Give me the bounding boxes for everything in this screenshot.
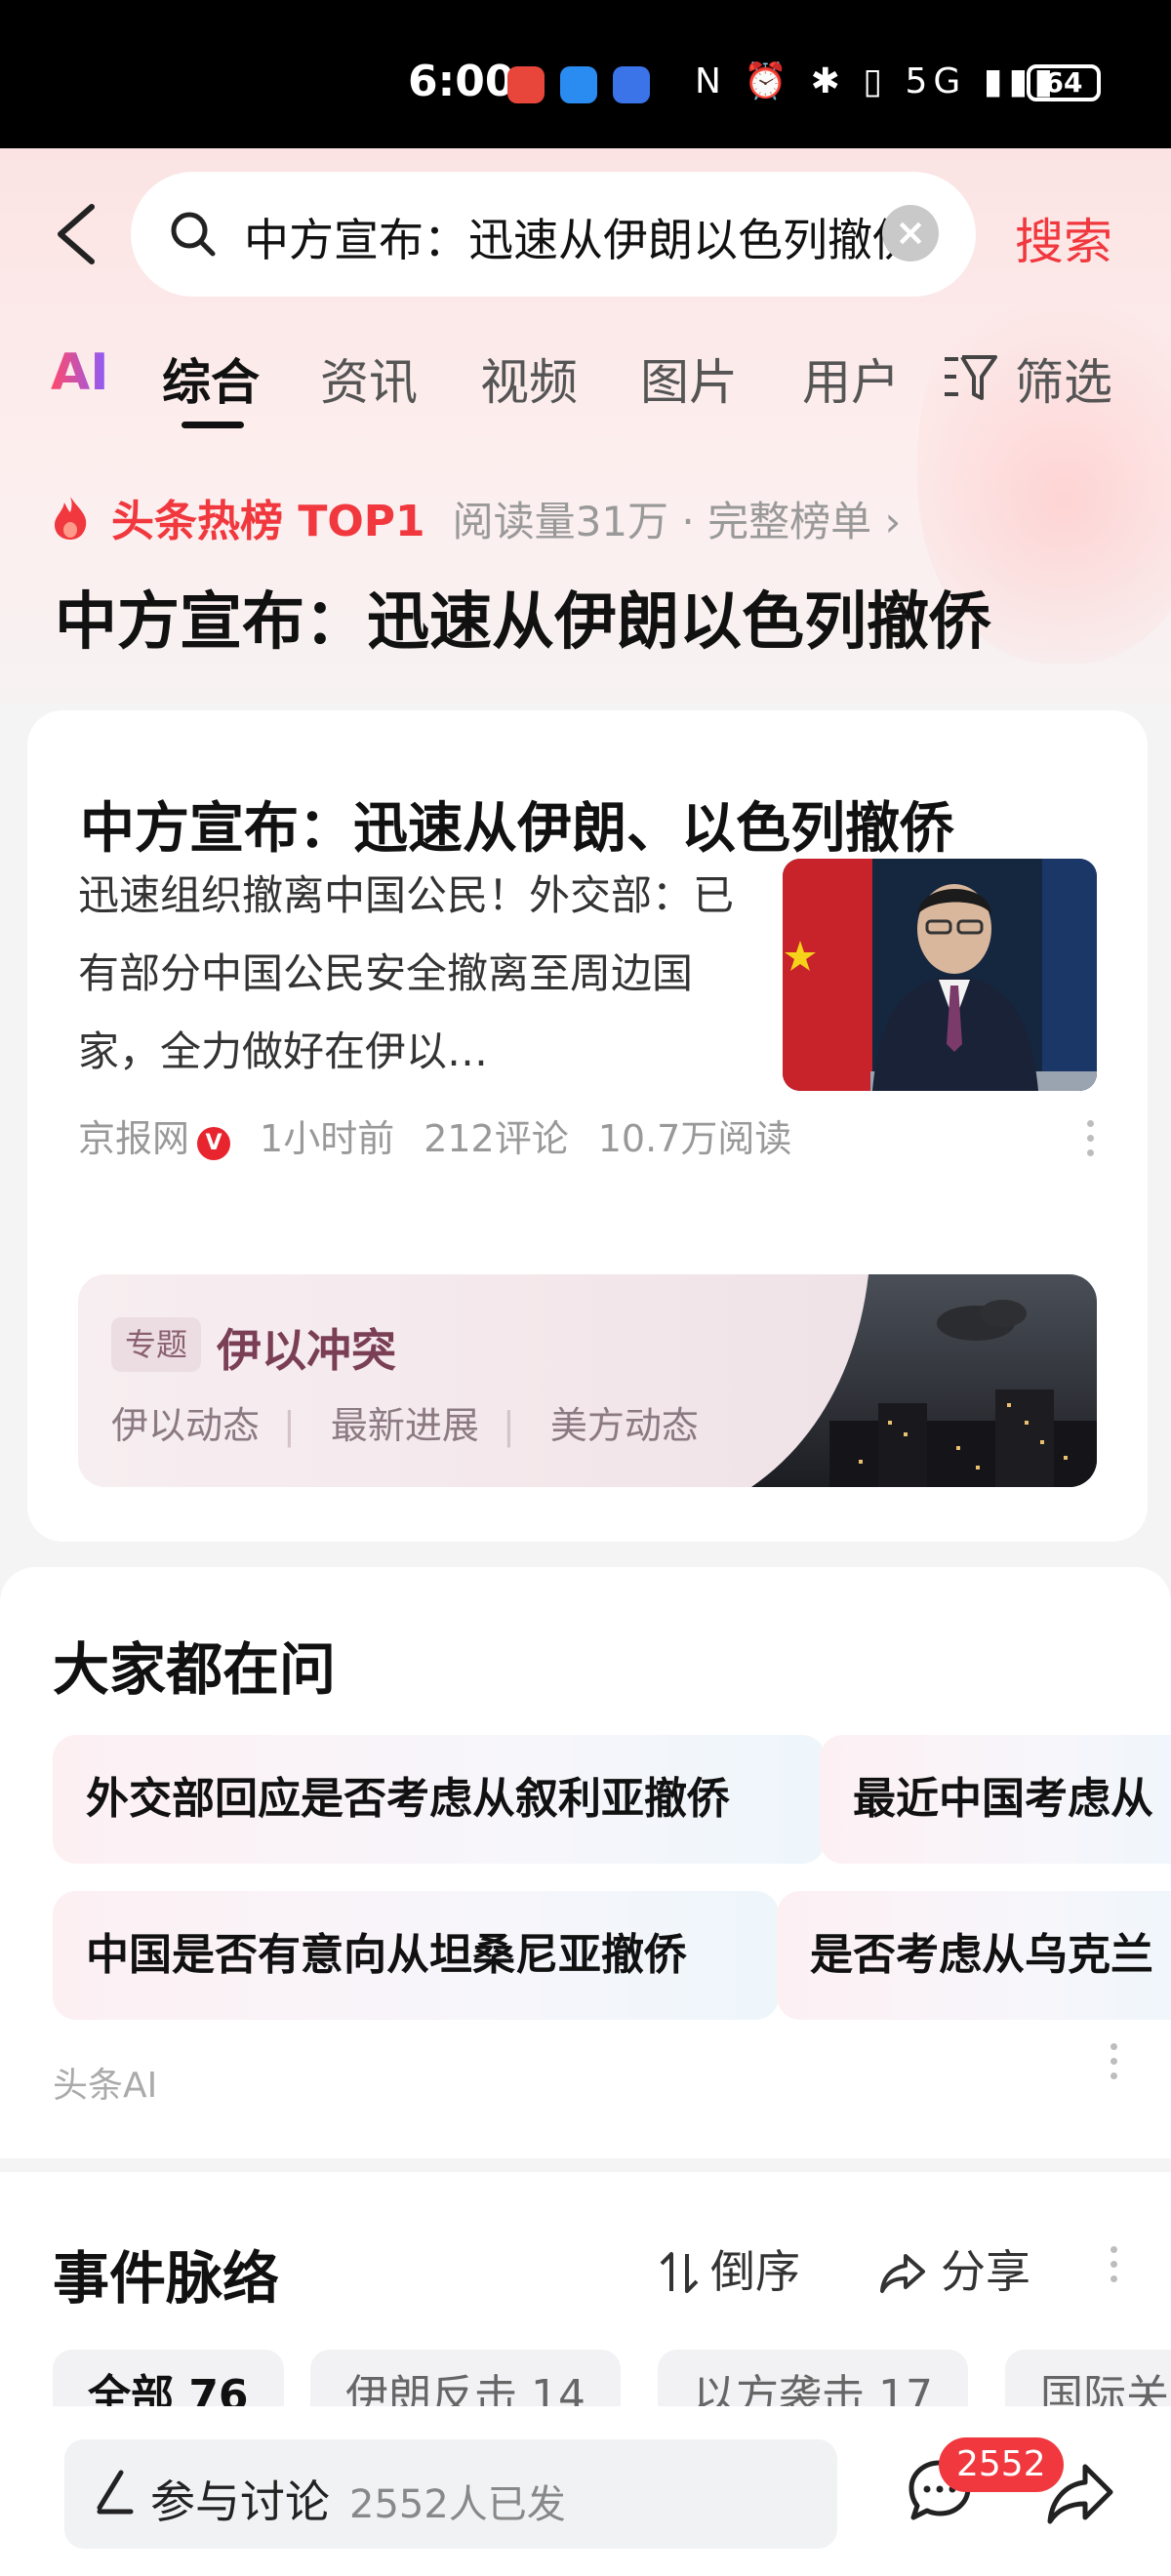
topic-link[interactable]: 美方动态 <box>550 1404 699 1447</box>
news-summary[interactable]: 迅速组织撤离中国公民！外交部：已有部分中国公民安全撤离至周边国家，全力做好在伊以… <box>78 857 742 1091</box>
question-chip[interactable]: 中国是否有意向从坦桑尼亚撤侨 <box>53 1891 779 2020</box>
topic-link[interactable]: 最新进展 <box>331 1404 479 1447</box>
share-icon[interactable] <box>1046 2461 1114 2525</box>
divider: | <box>283 1404 296 1447</box>
tab-filter[interactable]: 筛选 <box>1015 343 1112 414</box>
ai-credit-label: 头条AI <box>53 2066 158 2106</box>
topic-tag: 专题 <box>111 1317 201 1372</box>
status-time: 6:00 <box>408 57 515 106</box>
flame-icon <box>55 497 87 540</box>
topic-links: 伊以动态 | 最新进展 | 美方动态 <box>111 1395 722 1449</box>
topic-link[interactable]: 伊以动态 <box>111 1404 260 1447</box>
question-chip[interactable]: 是否考虑从乌克兰 <box>777 1891 1171 2020</box>
more-options-icon[interactable] <box>1087 1120 1097 1165</box>
tab-video[interactable]: 视频 <box>480 343 578 414</box>
search-query-text[interactable]: 中方宣布：迅速从伊朗以色列撤侨 <box>244 205 986 269</box>
news-card[interactable]: 中方宣布：迅速从伊朗、以色列撤侨 迅速组织撤离中国公民！外交部：已有部分中国公民… <box>27 710 1148 1542</box>
battery-icon: 64 <box>1027 64 1101 101</box>
people-ask-section: 大家都在问 外交部回应是否考虑从叙利亚撤侨 最近中国考虑从 中国是否有意向从坦桑… <box>0 1567 1171 2158</box>
question-chip[interactable]: 最近中国考虑从 <box>820 1735 1171 1864</box>
search-icon <box>171 212 216 257</box>
timeline-title: 事件脉络 <box>53 2245 280 2312</box>
tab-images[interactable]: 图片 <box>640 343 738 414</box>
topic-title[interactable]: 伊以冲突 <box>217 1315 396 1380</box>
clear-icon[interactable]: × <box>882 205 939 262</box>
pen-icon <box>97 2470 134 2515</box>
topic-image <box>751 1274 1097 1487</box>
more-options-icon[interactable] <box>1110 2043 1120 2088</box>
discuss-input[interactable]: 参与讨论 2552人已发 <box>64 2439 837 2549</box>
status-bar: 6:00 N ⏰ ✱ ▯ 5G ▮▮▮ 64 <box>0 0 1171 148</box>
app-notification-icon <box>507 66 545 103</box>
filter-icon[interactable] <box>943 351 997 404</box>
hot-list-line[interactable]: 头条热榜 TOP1 阅读量31万 · 完整榜单 › <box>51 486 901 548</box>
event-headline: 中方宣布：迅速从伊朗以色列撤侨 <box>55 586 991 659</box>
more-options-icon[interactable] <box>1110 2246 1120 2291</box>
verified-icon: V <box>197 1127 231 1160</box>
hot-rank-meta[interactable]: 阅读量31万 · 完整榜单 › <box>453 498 902 545</box>
tab-news[interactable]: 资讯 <box>320 343 418 414</box>
topic-card[interactable]: 专题 伊以冲突 伊以动态 | 最新进展 | 美方动态 <box>78 1274 1097 1487</box>
bottom-action-bar: 参与讨论 2552人已发 2552 <box>0 2406 1171 2576</box>
news-time: 1小时前 <box>260 1117 395 1160</box>
app-notification-icon-2 <box>613 66 650 103</box>
news-title[interactable]: 中方宣布：迅速从伊朗、以色列撤侨 <box>80 785 954 864</box>
divider: | <box>502 1404 515 1447</box>
news-comments: 212评论 <box>424 1117 569 1160</box>
active-tab-indicator <box>182 422 244 428</box>
share-label: 分享 <box>941 2245 1030 2298</box>
news-reads: 10.7万阅读 <box>597 1117 792 1160</box>
search-button[interactable]: 搜索 <box>1015 203 1112 273</box>
system-status-icons: N ⏰ ✱ ▯ 5G ▮▮▮ <box>695 61 1060 101</box>
search-input[interactable]: 中方宣布：迅速从伊朗以色列撤侨 × <box>131 172 976 297</box>
news-source[interactable]: 京报网 <box>78 1117 189 1160</box>
share-button[interactable]: 分享 <box>878 2236 1030 2301</box>
question-chip[interactable]: 外交部回应是否考虑从叙利亚撤侨 <box>53 1735 826 1864</box>
back-arrow-icon[interactable] <box>51 203 105 265</box>
message-notification-icon <box>560 66 597 103</box>
discuss-label: 参与讨论 <box>150 2475 330 2528</box>
news-thumbnail[interactable] <box>783 859 1097 1091</box>
people-ask-title: 大家都在问 <box>53 1636 337 1703</box>
sort-icon <box>660 2252 699 2293</box>
discuss-count: 2552人已发 <box>349 2482 566 2527</box>
hot-rank-label: 头条热榜 TOP1 <box>111 497 425 546</box>
comment-count-badge: 2552 <box>939 2437 1064 2492</box>
tab-users[interactable]: 用户 <box>802 343 900 414</box>
news-meta: 京报网 V 1小时前 212评论 10.7万阅读 <box>78 1108 821 1162</box>
sort-button[interactable]: 倒序 <box>658 2236 800 2301</box>
tab-ai[interactable]: AI <box>51 343 109 402</box>
share-icon <box>880 2254 925 2293</box>
sort-label: 倒序 <box>710 2245 800 2298</box>
tab-general[interactable]: 综合 <box>162 343 260 414</box>
